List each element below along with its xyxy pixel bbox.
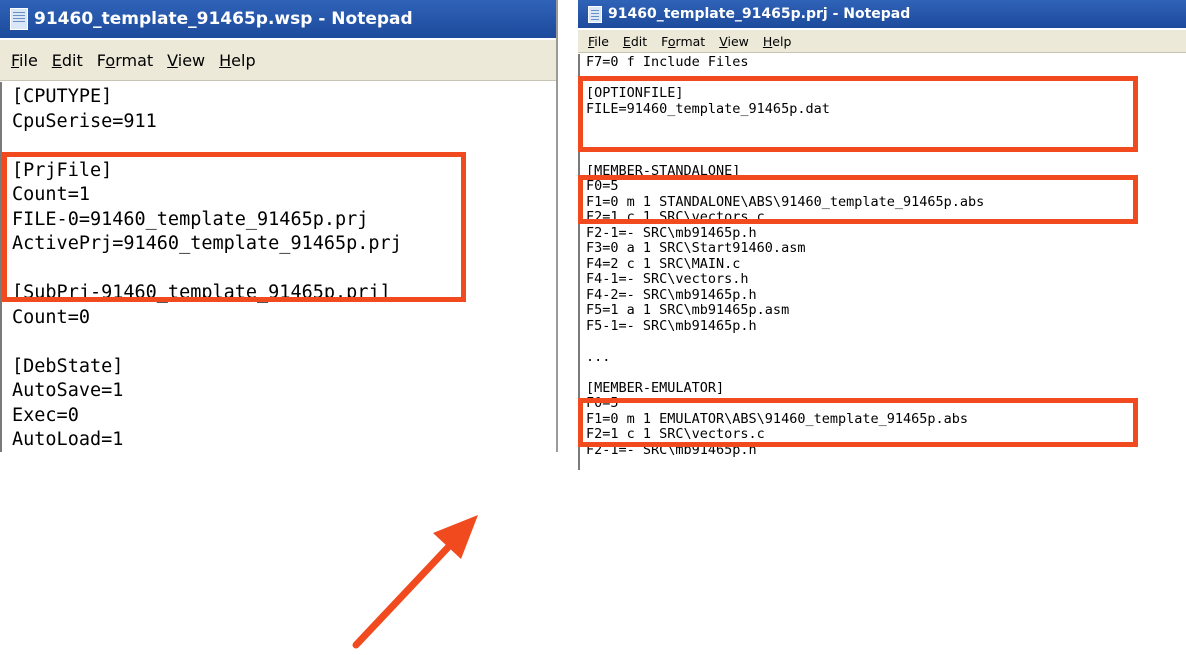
text-line: [SubPrj-91460_template_91465p.prj] xyxy=(12,282,391,303)
text-line: FILE=91460_template_91465p.dat xyxy=(586,100,830,117)
text-line: F2-1=- SRC\mb91465p.h xyxy=(586,224,757,241)
text-line: F4-2=- SRC\mb91465p.h xyxy=(586,286,757,303)
text-line: [DebState] xyxy=(12,355,124,377)
text-line xyxy=(586,71,1186,87)
menu-item-format[interactable]: Format xyxy=(654,34,712,49)
text-line xyxy=(12,134,556,159)
menu-item-help[interactable]: Help xyxy=(756,34,799,49)
menu-item-view[interactable]: View xyxy=(160,51,212,70)
title-bar[interactable]: 91460_template_91465p.wsp - Notepad xyxy=(0,0,556,38)
text-line xyxy=(586,133,1186,149)
title-bar[interactable]: 91460_template_91465p.prj - Notepad xyxy=(578,0,1186,28)
text-line: F2=1 c 1 SRC\vectors.c xyxy=(586,426,765,442)
menu-bar: File Edit Format View Help xyxy=(0,40,556,81)
text-line: F5-1=- SRC\mb91465p.h xyxy=(586,317,757,334)
text-line: [MEMBER-EMULATOR] xyxy=(586,379,725,396)
text-line xyxy=(586,148,1186,164)
text-line: F2=1 c 1 SRC\vectors.c xyxy=(586,209,765,225)
text-line: F0=5 xyxy=(586,395,619,411)
text-line: Count=0 xyxy=(12,306,90,328)
text-line: AutoSave=1 xyxy=(12,380,124,401)
text-line: F0=5 xyxy=(586,178,619,194)
text-line xyxy=(586,334,1186,350)
text-line: F3=0 a 1 SRC\Start91460.asm xyxy=(586,240,806,256)
notepad-icon xyxy=(10,8,28,30)
text-line: AutoLoad=1 xyxy=(12,429,124,450)
menu-item-edit[interactable]: Edit xyxy=(45,51,90,70)
text-line xyxy=(12,330,556,355)
text-line: F4=2 c 1 SRC\MAIN.c xyxy=(586,255,741,272)
text-line: F2-1=- SRC\mb91465p.h xyxy=(586,441,757,458)
text-line: ActivePrj=91460_template_91465p.prj xyxy=(12,233,402,254)
text-line: F5=1 a 1 SRC\mb91465p.asm xyxy=(586,302,790,318)
menu-item-file[interactable]: File xyxy=(4,51,45,70)
text-line: ... xyxy=(586,348,611,365)
notepad-window-prj: 91460_template_91465p.prj - Notepad File… xyxy=(578,0,1186,470)
text-line: F7=0 f Include Files xyxy=(586,54,749,70)
notepad-icon xyxy=(588,5,602,23)
text-line: F1=0 m 1 EMULATOR\ABS\91460_template_914… xyxy=(586,410,969,427)
menu-item-edit[interactable]: Edit xyxy=(616,34,654,49)
text-line xyxy=(586,365,1186,381)
annotation-arrow xyxy=(352,515,478,649)
window-title: 91460_template_91465p.prj - Notepad xyxy=(608,6,911,22)
text-editor[interactable]: F7=0 f Include Files [OPTIONFILE] FILE=91… xyxy=(578,54,1186,470)
text-line: Count=1 xyxy=(12,184,90,205)
window-title: 91460_template_91465p.wsp - Notepad xyxy=(34,9,413,29)
menu-item-view[interactable]: View xyxy=(712,34,756,49)
text-line: Exec=0 xyxy=(12,404,79,426)
text-line: [CPUTYPE] xyxy=(12,86,113,107)
text-editor[interactable]: [CPUTYPE] CpuSerise=911 [PrjFile] Count=1 F… xyxy=(0,82,556,452)
text-line: F1=0 m 1 STANDALONE\ABS\91460_template_9… xyxy=(586,193,985,210)
text-line: CpuSerise=911 xyxy=(12,110,157,132)
text-line: [PrjFile] xyxy=(12,159,113,181)
menu-item-format[interactable]: Format xyxy=(90,51,160,70)
text-line: [MEMBER-STANDALONE] xyxy=(586,162,741,179)
menu-item-help[interactable]: Help xyxy=(212,51,262,70)
text-line: [OPTIONFILE] xyxy=(586,85,684,101)
text-line xyxy=(586,117,1186,133)
menu-item-file[interactable]: File xyxy=(581,34,616,49)
text-line xyxy=(12,257,556,282)
notepad-window-wsp: 91460_template_91465p.wsp - Notepad File… xyxy=(0,0,558,452)
menu-bar: File Edit Format View Help xyxy=(578,30,1186,53)
text-line: FILE-0=91460_template_91465p.prj xyxy=(12,208,369,230)
text-line: F4-1=- SRC\vectors.h xyxy=(586,271,749,287)
